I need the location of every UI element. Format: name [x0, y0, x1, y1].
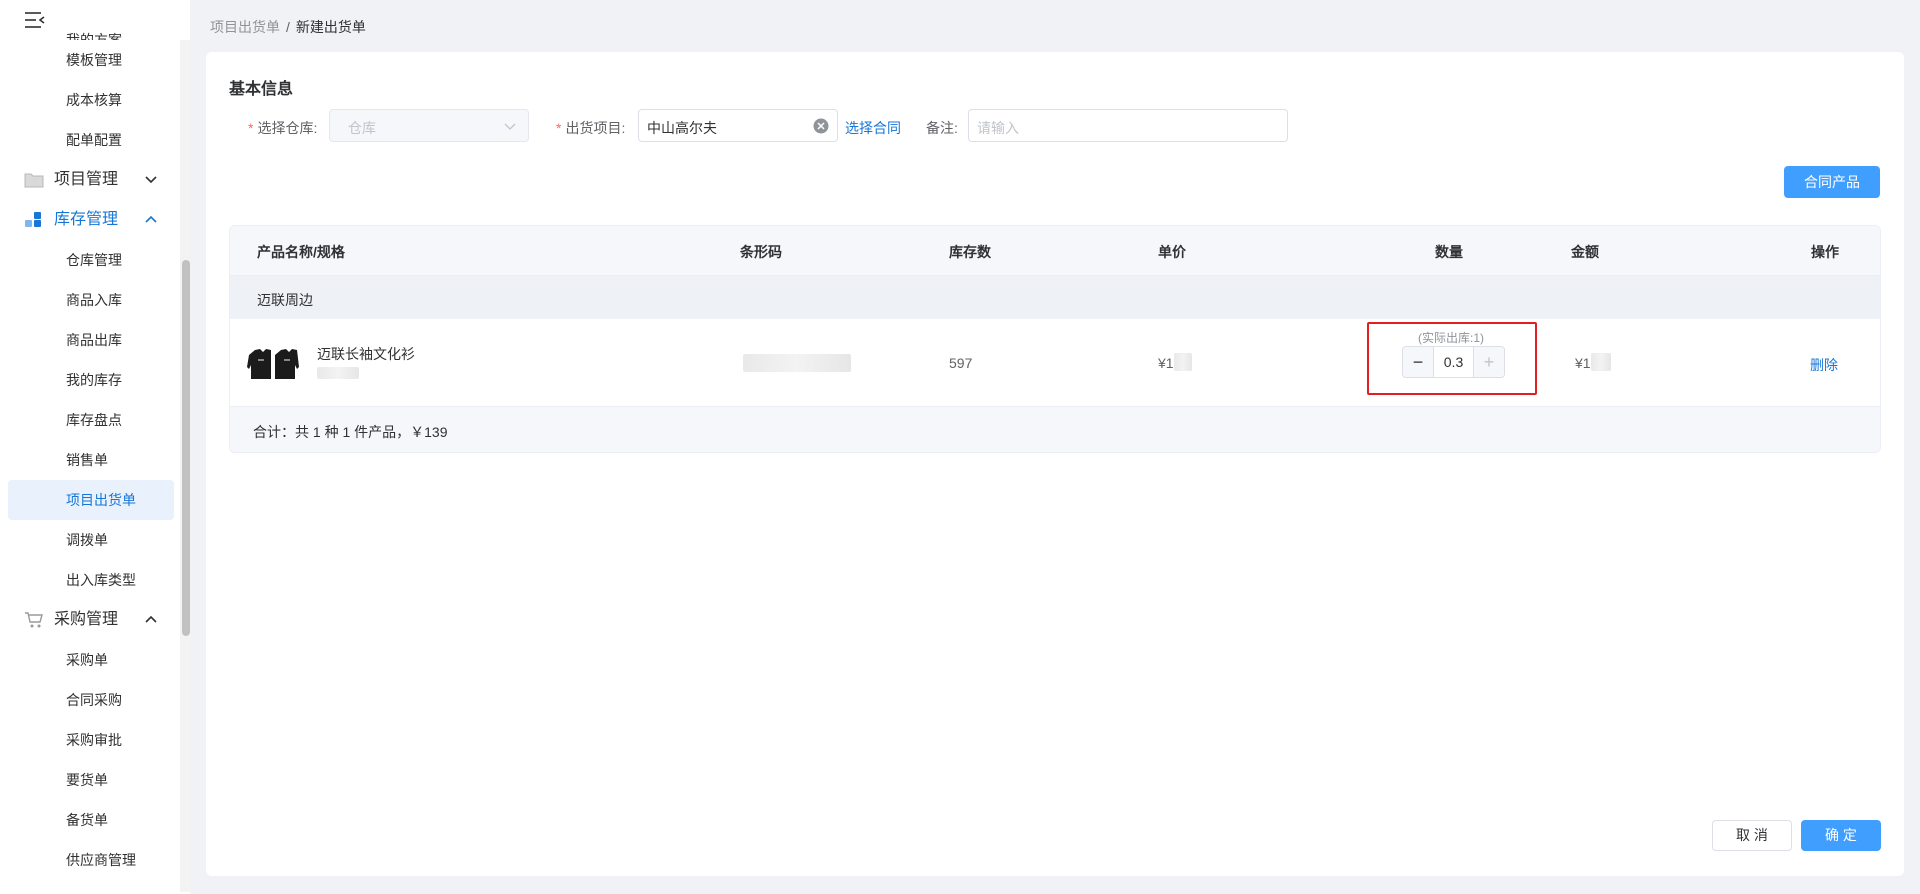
sidebar-item-suppliers[interactable]: 供应商管理: [0, 840, 178, 880]
col-product-name: 产品名称/规格: [257, 244, 345, 260]
col-actions: 操作: [1811, 244, 1839, 260]
amount-redacted: [1591, 353, 1611, 371]
sidebar-item-project-shipment[interactable]: 项目出货单: [8, 480, 174, 520]
sidebar-item-transfer[interactable]: 调拨单: [0, 520, 178, 560]
sidebar-item-stock-in[interactable]: 商品入库: [0, 280, 178, 320]
remark-placeholder: 请输入: [977, 120, 1019, 136]
sidebar-item-templates[interactable]: 模板管理: [0, 40, 178, 80]
sidebar-group-project[interactable]: 项目管理: [0, 160, 178, 200]
chevron-down-icon: [145, 176, 157, 184]
col-barcode: 条形码: [740, 244, 782, 260]
warehouse-select[interactable]: 仓库: [329, 109, 529, 142]
sidebar-item-purchase-order[interactable]: 采购单: [0, 640, 178, 680]
sidebar-item-warehouse[interactable]: 仓库管理: [0, 240, 178, 280]
table-summary: 合计：共 1 种 1 件产品，￥139: [230, 407, 1880, 452]
product-spec-redacted: [317, 367, 359, 379]
product-thumbnail: [247, 349, 299, 379]
confirm-button[interactable]: 确 定: [1801, 820, 1881, 851]
table-header: 产品名称/规格 条形码 库存数 单价 数量 金额 操作: [230, 226, 1880, 276]
col-amount: 金额: [1571, 244, 1599, 260]
sidebar-item-order-config[interactable]: 配单配置: [0, 120, 178, 160]
table-row: 迈联长袖文化衫 597 ¥1 (实际出库:1) − 0.3 + ¥1 删除: [230, 319, 1880, 407]
sidebar-item-requisition[interactable]: 要货单: [0, 760, 178, 800]
basic-info-form: * 选择仓库: 仓库 * 出货项目: 中山高尔夫 选择合同 备注: 请输入: [206, 109, 1904, 143]
breadcrumb-current: 新建出货单: [295, 19, 366, 35]
menu-fold-icon[interactable]: [24, 10, 46, 30]
increase-button[interactable]: +: [1473, 347, 1504, 377]
cart-icon: [25, 612, 43, 628]
sidebar-item-my-inventory[interactable]: 我的库存: [0, 360, 178, 400]
delete-link[interactable]: 删除: [1810, 355, 1838, 375]
sidebar-item-stock-prep[interactable]: 备货单: [0, 800, 178, 840]
sidebar-item-stocktaking[interactable]: 库存盘点: [0, 400, 178, 440]
unit-price-redacted: [1174, 353, 1192, 371]
col-stock: 库存数: [949, 244, 991, 260]
product-name: 迈联长袖文化衫: [317, 346, 415, 362]
col-unit-price: 单价: [1158, 244, 1186, 260]
unit-price-value: ¥1: [1158, 355, 1174, 371]
project-input[interactable]: 中山高尔夫: [638, 109, 838, 142]
sidebar-menu: 我的方案 模板管理 成本核算 配单配置 项目管理 库存管理 仓库管理 商品入库 …: [0, 20, 178, 880]
sidebar-item-sales-order[interactable]: 销售单: [0, 440, 178, 480]
sidebar-item-io-types[interactable]: 出入库类型: [0, 560, 178, 600]
stock-value: 597: [949, 355, 973, 371]
section-title: 基本信息: [229, 81, 294, 98]
cancel-button[interactable]: 取 消: [1712, 820, 1792, 851]
remark-label: 备注:: [926, 120, 958, 136]
sidebar-group-inventory[interactable]: 库存管理: [0, 200, 178, 240]
summary-text: 合计：共 1 种 1 件产品，￥139: [253, 424, 448, 440]
breadcrumb-parent[interactable]: 项目出货单: [210, 19, 280, 35]
group-name: 迈联周边: [257, 292, 313, 308]
breadcrumb: 项目出货单 / 新建出货单: [210, 17, 366, 37]
contract-products-button[interactable]: 合同产品: [1784, 166, 1880, 198]
quantity-stepper[interactable]: − 0.3 +: [1402, 346, 1505, 378]
chevron-down-icon: [504, 123, 516, 130]
quantity-value[interactable]: 0.3: [1434, 347, 1473, 377]
warehouse-label: * 选择仓库:: [248, 120, 318, 136]
sidebar-item-cost-accounting[interactable]: 成本核算: [0, 80, 178, 120]
decrease-button[interactable]: −: [1403, 347, 1434, 377]
amount-value: ¥1: [1575, 355, 1591, 371]
project-value: 中山高尔夫: [647, 120, 717, 136]
sidebar-item-purchase-approval[interactable]: 采购审批: [0, 720, 178, 760]
sidebar-group-purchase[interactable]: 采购管理: [0, 600, 178, 640]
actual-outbound-hint: (实际出库:1): [1417, 331, 1484, 345]
main-card: 基本信息 * 选择仓库: 仓库 * 出货项目: 中山高尔夫 选择合同 备注: 请输入…: [206, 52, 1904, 876]
product-table: 产品名称/规格 条形码 库存数 单价 数量 金额 操作 迈联周边 迈联长袖文化衫…: [229, 225, 1881, 453]
select-contract-link[interactable]: 选择合同: [845, 118, 901, 138]
col-quantity: 数量: [1435, 244, 1463, 260]
sidebar: 我的方案 模板管理 成本核算 配单配置 项目管理 库存管理 仓库管理 商品入库 …: [0, 0, 190, 894]
project-label: * 出货项目:: [556, 120, 626, 136]
sidebar-item-contract-purchase[interactable]: 合同采购: [0, 680, 178, 720]
sidebar-scrollbar[interactable]: [182, 260, 190, 636]
sidebar-item-stock-out[interactable]: 商品出库: [0, 320, 178, 360]
table-group-row: 迈联周边: [230, 276, 1880, 319]
blocks-icon: [25, 212, 41, 227]
chevron-up-icon: [145, 615, 157, 623]
folder-icon: [24, 173, 44, 188]
barcode-redacted: [743, 354, 851, 372]
breadcrumb-separator: /: [286, 19, 290, 35]
warehouse-placeholder: 仓库: [348, 120, 376, 136]
chevron-up-icon: [145, 215, 157, 223]
circle-close-icon[interactable]: [813, 118, 829, 134]
remark-input[interactable]: 请输入: [968, 109, 1288, 142]
